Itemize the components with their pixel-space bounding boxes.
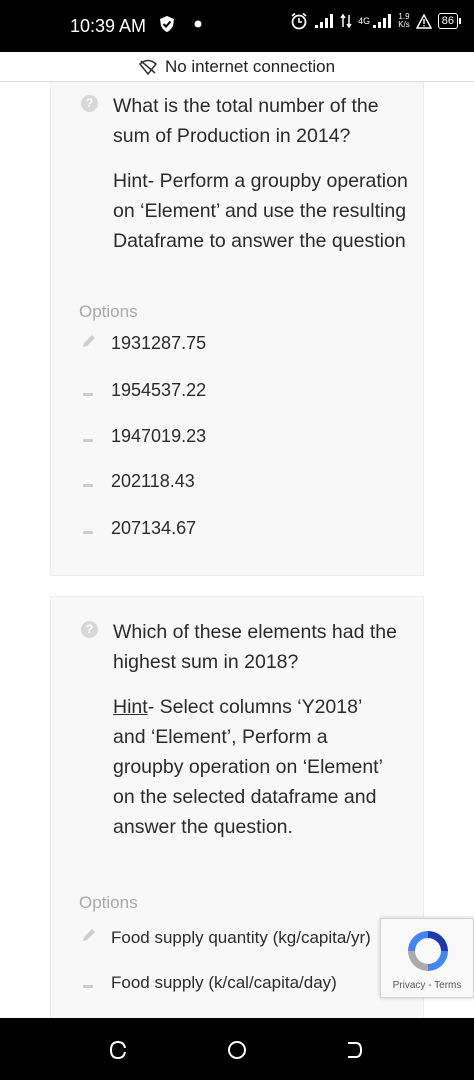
option-item[interactable]: 207134.67 [81, 518, 196, 539]
wifi-off-icon [138, 59, 157, 75]
back-icon[interactable] [342, 1038, 366, 1062]
hint-body: - Select columns ‘Y2018’ and ‘Element’, … [113, 696, 383, 838]
link-separator: - [425, 980, 435, 991]
option-item[interactable]: 1947019.23 [81, 426, 206, 447]
signal-icon-2 [373, 14, 392, 28]
pencil-icon [81, 927, 95, 948]
question-card-2: ? Which of these elements had the highes… [50, 596, 424, 1018]
option-label: 1954537.22 [111, 380, 207, 400]
question-block-1: ? What is the total number of the sum of… [81, 91, 408, 256]
alarm-icon [291, 12, 307, 30]
question-text-2: Which of these elements had the highest … [113, 621, 397, 673]
warning-icon [415, 13, 432, 29]
option-label: 1931287.75 [111, 333, 207, 353]
no-internet-banner: No internet connection [0, 52, 474, 82]
notification-dot-icon [194, 20, 202, 28]
question-mark-icon: ? [81, 95, 98, 112]
recaptcha-links: Privacy - Terms [381, 980, 473, 991]
quiz-content[interactable]: ? What is the total number of the sum of… [0, 82, 474, 1018]
dash-icon [81, 471, 95, 492]
dash-icon [81, 518, 95, 539]
pencil-icon [81, 333, 95, 354]
signal-icon [315, 14, 334, 28]
verified-shield-icon [160, 16, 174, 32]
option-item[interactable]: 202118.43 [81, 471, 195, 492]
data-transfer-icon [340, 13, 352, 29]
question-mark-icon: ? [81, 621, 98, 638]
recent-apps-icon[interactable] [106, 1038, 130, 1062]
dash-icon [81, 380, 95, 401]
option-label: 202118.43 [111, 471, 195, 491]
dash-icon [81, 426, 95, 447]
question-block-2: ? Which of these elements had the highes… [81, 617, 407, 842]
battery-indicator: 86 [437, 13, 462, 29]
status-bar: 10:39 AM 4G 1.9 K/s 86 [0, 0, 474, 52]
home-icon[interactable] [225, 1038, 249, 1062]
option-label: Food supply quantity (kg/capita/yr) [111, 927, 371, 947]
option-item[interactable]: Food supply (k/cal/capita/day) [81, 973, 337, 993]
hint-text-1: Hint- Perform a groupby operation on ‘El… [113, 170, 408, 252]
status-time: 10:39 AM [70, 16, 147, 36]
option-item[interactable]: 1931287.75 [81, 333, 206, 354]
options-label-1: Options [79, 302, 138, 321]
network-speed: 1.9 K/s [398, 12, 410, 29]
banner-text: No internet connection [164, 56, 336, 76]
question-card-1: ? What is the total number of the sum of… [50, 82, 424, 576]
options-label-2: Options [79, 893, 138, 912]
network-type: 4G [358, 16, 371, 26]
option-label: 207134.67 [111, 518, 197, 538]
option-label: 1947019.23 [111, 426, 207, 446]
question-text-1: What is the total number of the sum of P… [113, 95, 379, 147]
recaptcha-badge[interactable]: Privacy - Terms [380, 918, 474, 998]
hint-label: Hint [113, 696, 148, 718]
dash-icon [81, 973, 95, 993]
option-label: Food supply (k/cal/capita/day) [111, 973, 337, 992]
terms-link[interactable]: Terms [434, 980, 461, 991]
recaptcha-logo-icon [408, 931, 448, 971]
hint-text-2: Hint- Select columns ‘Y2018’ and ‘Elemen… [113, 692, 393, 842]
navigation-bar [0, 1018, 474, 1080]
option-item[interactable]: Food supply quantity (kg/capita/yr) [81, 927, 371, 948]
option-item[interactable]: 1954537.22 [81, 380, 206, 401]
privacy-link[interactable]: Privacy [393, 980, 426, 991]
